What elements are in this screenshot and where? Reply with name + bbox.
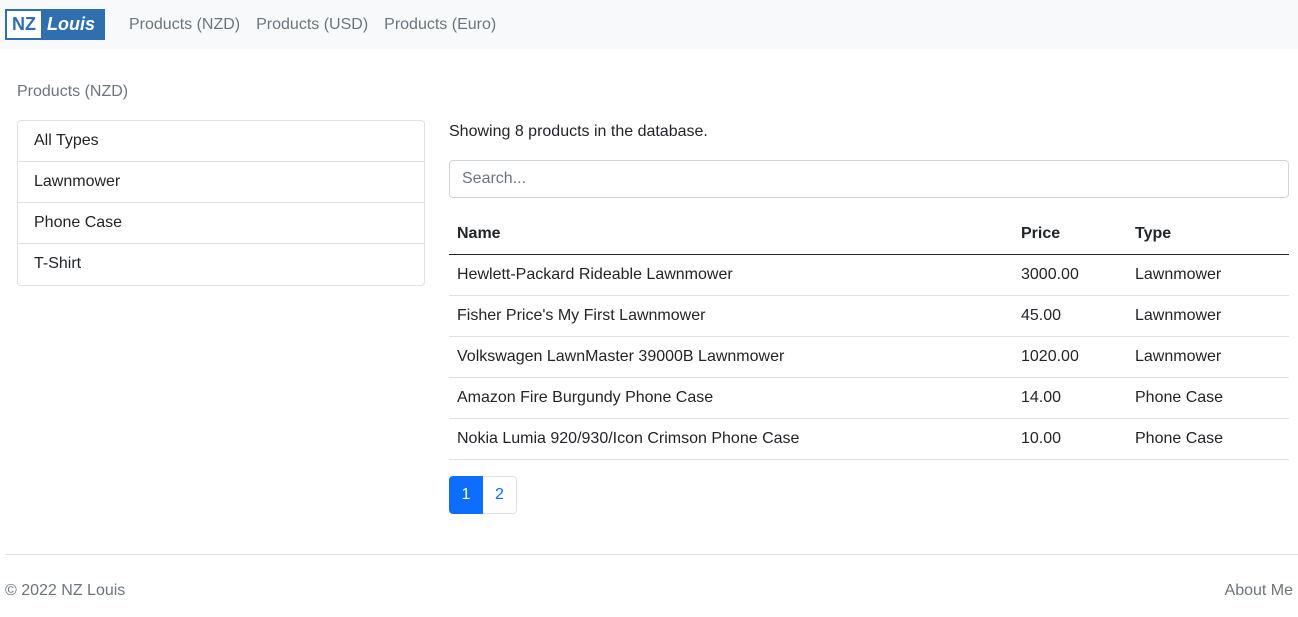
logo[interactable]: NZ Louis <box>5 9 105 40</box>
products-table: Name Price Type Hewlett-Packard Rideable… <box>449 214 1289 460</box>
type-filter-phone-case[interactable]: Phone Case <box>18 203 424 244</box>
type-filter-all-types[interactable]: All Types <box>18 121 424 162</box>
cell-type: Lawnmower <box>1127 295 1289 337</box>
product-content: Showing 8 products in the database. Name… <box>449 120 1289 514</box>
cell-price: 1020.00 <box>1013 336 1127 378</box>
cell-type: Phone Case <box>1127 418 1289 460</box>
page-title: Products (NZD) <box>17 83 129 100</box>
table-row: Volkswagen LawnMaster 39000B Lawnmower 1… <box>449 336 1289 378</box>
table-header-row: Name Price Type <box>449 214 1289 255</box>
logo-louis-text: Louis <box>41 11 103 38</box>
navbar: NZ Louis Products (NZD) Products (USD) P… <box>0 0 1298 49</box>
type-filter-t-shirt[interactable]: T-Shirt <box>18 244 424 285</box>
nav-link-products-euro[interactable]: Products (Euro) <box>384 16 496 34</box>
cell-type: Lawnmower <box>1127 254 1289 296</box>
table-row: Fisher Price's My First Lawnmower 45.00 … <box>449 295 1289 337</box>
table-row: Amazon Fire Burgundy Phone Case 14.00 Ph… <box>449 377 1289 419</box>
cell-type: Phone Case <box>1127 377 1289 419</box>
cell-type: Lawnmower <box>1127 336 1289 378</box>
page-button-1[interactable]: 1 <box>449 475 483 514</box>
type-filter-lawnmower[interactable]: Lawnmower <box>18 162 424 203</box>
cell-price: 10.00 <box>1013 418 1127 460</box>
column-header-type[interactable]: Type <box>1127 214 1289 255</box>
cell-price: 45.00 <box>1013 295 1127 337</box>
cell-name: Nokia Lumia 920/930/Icon Crimson Phone C… <box>449 418 1013 460</box>
pagination: 1 2 <box>449 475 1289 514</box>
cell-price: 3000.00 <box>1013 254 1127 296</box>
page-button-2[interactable]: 2 <box>483 475 517 514</box>
nav-link-products-usd[interactable]: Products (USD) <box>256 16 368 34</box>
table-row: Hewlett-Packard Rideable Lawnmower 3000.… <box>449 254 1289 296</box>
cell-name: Volkswagen LawnMaster 39000B Lawnmower <box>449 336 1013 378</box>
cell-name: Fisher Price's My First Lawnmower <box>449 295 1013 337</box>
logo-nz-text: NZ <box>7 11 41 38</box>
table-row: Nokia Lumia 920/930/Icon Crimson Phone C… <box>449 418 1289 460</box>
cell-price: 14.00 <box>1013 377 1127 419</box>
footer-divider <box>5 554 1298 555</box>
cell-name: Amazon Fire Burgundy Phone Case <box>449 377 1013 419</box>
footer-copyright: © 2022 NZ Louis <box>5 582 126 599</box>
nav-link-products-nzd[interactable]: Products (NZD) <box>129 16 240 34</box>
type-filter-list: All Types Lawnmower Phone Case T-Shirt <box>17 120 425 286</box>
product-count-summary: Showing 8 products in the database. <box>449 123 708 140</box>
cell-name: Hewlett-Packard Rideable Lawnmower <box>449 254 1013 296</box>
column-header-name[interactable]: Name <box>449 214 1013 255</box>
about-me-link[interactable]: About Me <box>1225 582 1293 600</box>
search-input[interactable] <box>449 160 1289 198</box>
column-header-price[interactable]: Price <box>1013 214 1127 255</box>
